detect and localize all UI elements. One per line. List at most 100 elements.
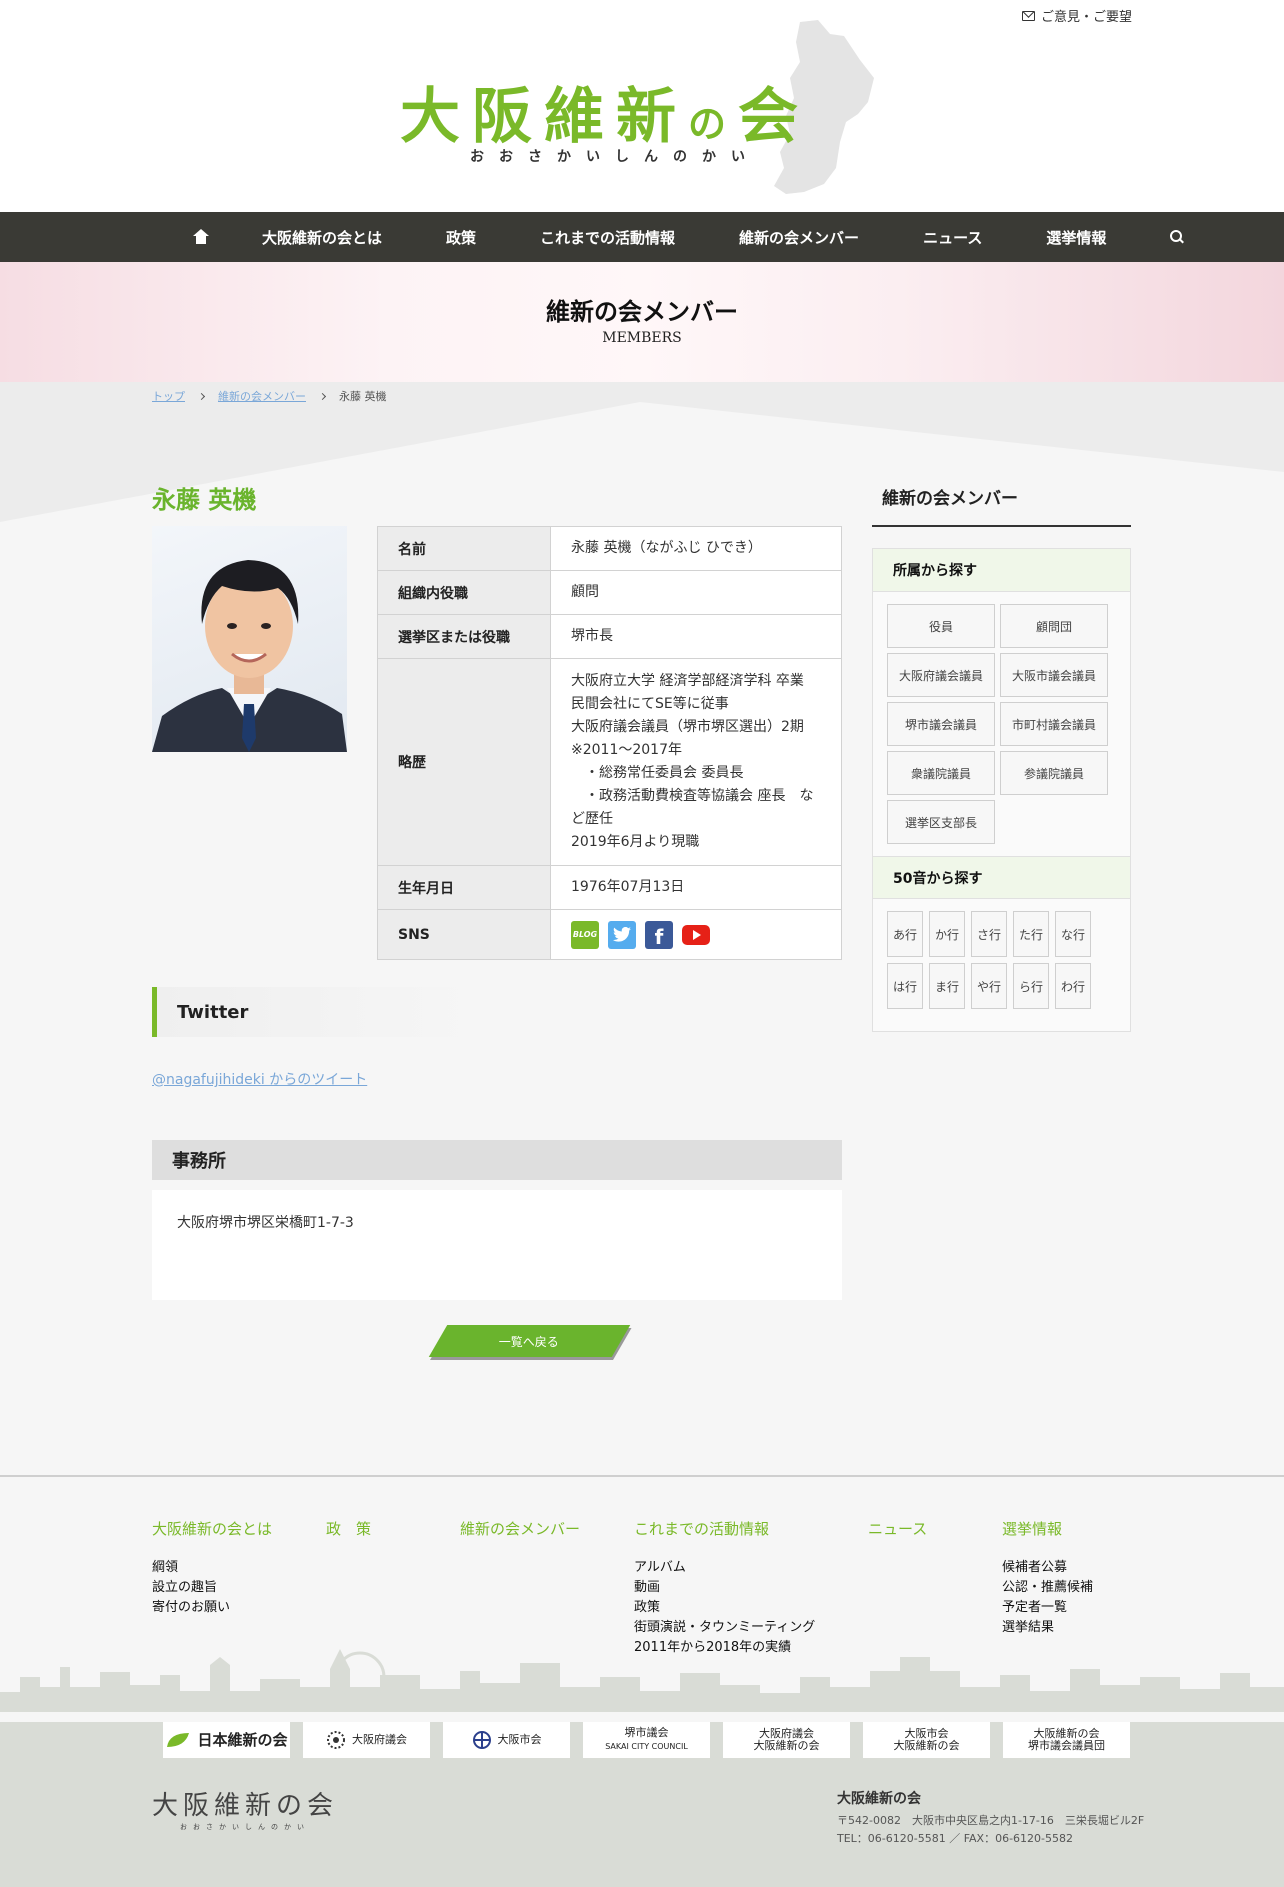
- footer-col-about: 大阪維新の会とは 綱領 設立の趣旨 寄付のお願い: [152, 1519, 272, 1618]
- logo-city-ishin-group[interactable]: 大阪市会 大阪維新の会: [863, 1722, 990, 1758]
- back-to-list-button[interactable]: 一覧へ戻る: [428, 1325, 631, 1357]
- footer-heading[interactable]: これまでの活動情報: [634, 1519, 834, 1540]
- kana-button[interactable]: は行: [887, 963, 923, 1009]
- site-logo[interactable]: 大阪維新の会 おおさかいしんのかい: [400, 18, 890, 196]
- footer-heading[interactable]: 選挙情報: [1002, 1519, 1132, 1540]
- logo-osaka-pref-assembly[interactable]: 大阪府議会: [303, 1722, 430, 1758]
- mail-icon: [1021, 10, 1035, 21]
- kana-button[interactable]: や行: [971, 963, 1007, 1009]
- row-value: 1976年07月13日: [550, 865, 842, 910]
- twitter-icon[interactable]: [608, 920, 636, 949]
- footer-address: 〒542-0082 大阪市中央区島之内1-17-16 三栄長堀ビル2F: [837, 1814, 1145, 1827]
- sns-links: BLOG f: [550, 909, 842, 960]
- table-row: SNS BLOG f: [377, 909, 842, 960]
- nav-about[interactable]: 大阪維新の会とは: [230, 212, 414, 262]
- office-heading: 事務所: [152, 1140, 842, 1180]
- nav-search[interactable]: [1138, 212, 1216, 262]
- breadcrumb-top[interactable]: トップ: [152, 388, 185, 404]
- table-row: 生年月日 1976年07月13日: [377, 865, 842, 910]
- row-label: 略歴: [377, 658, 551, 866]
- nav-home[interactable]: [172, 212, 230, 262]
- affiliation-button[interactable]: 衆議院議員: [887, 751, 995, 795]
- feedback-label: ご意見・ご要望: [1040, 10, 1132, 25]
- osaka-skyline-illustration: [0, 1649, 1284, 1712]
- footer-heading[interactable]: 大阪維新の会とは: [152, 1519, 272, 1540]
- footer-link[interactable]: 政策: [634, 1598, 834, 1618]
- nav-activities[interactable]: これまでの活動情報: [508, 212, 707, 262]
- row-value: 永藤 英機（ながふじ ひでき）: [550, 526, 842, 571]
- logo-sakai-city-council[interactable]: 堺市議会 SAKAI CITY COUNCIL: [583, 1722, 710, 1758]
- footer-link[interactable]: 候補者公募: [1002, 1558, 1132, 1578]
- affiliation-button[interactable]: 市町村議会議員: [1000, 702, 1108, 746]
- row-label: 組織内役職: [377, 570, 551, 615]
- home-icon: [192, 229, 210, 245]
- footer-link[interactable]: アルバム: [634, 1558, 834, 1578]
- footer-link[interactable]: 選挙結果: [1002, 1618, 1132, 1638]
- table-row: 組織内役職 顧問: [377, 570, 842, 615]
- blog-icon[interactable]: BLOG: [571, 920, 599, 949]
- logo-nippon-ishin[interactable]: 日本維新の会: [163, 1722, 290, 1758]
- footer-link[interactable]: 予定者一覧: [1002, 1598, 1132, 1618]
- kana-button[interactable]: あ行: [887, 911, 923, 957]
- kana-button[interactable]: さ行: [971, 911, 1007, 957]
- kana-button[interactable]: た行: [1013, 911, 1049, 957]
- logo-pref-ishin-group[interactable]: 大阪府議会 大阪維新の会: [723, 1722, 850, 1758]
- footer-col-news: ニュース: [868, 1519, 968, 1558]
- logo-osaka-city-council[interactable]: 大阪市会: [443, 1722, 570, 1758]
- partner-logos: 日本維新の会 大阪府議会 大阪市会 堺市議会 SAKAI CITY COUNCI…: [163, 1722, 1130, 1758]
- twitter-timeline-link[interactable]: @nagafujihideki からのツイート: [152, 1069, 367, 1089]
- affiliation-button[interactable]: 参議院議員: [1000, 751, 1108, 795]
- page-subtitle: MEMBERS: [602, 330, 682, 346]
- office-address: 大阪府堺市堺区栄橋町1-7-3: [152, 1190, 842, 1300]
- affiliation-button[interactable]: 選挙区支部長: [887, 800, 995, 844]
- nav-members[interactable]: 維新の会メンバー: [707, 212, 891, 262]
- footer-heading[interactable]: 維新の会メンバー: [460, 1519, 580, 1540]
- nav-elections[interactable]: 選挙情報: [1014, 212, 1138, 262]
- kana-button[interactable]: ら行: [1013, 963, 1049, 1009]
- kana-heading: 50音から探す: [873, 856, 1130, 899]
- footer-heading[interactable]: ニュース: [868, 1519, 968, 1540]
- row-value: 顧問: [550, 570, 842, 615]
- footer-col-members: 維新の会メンバー: [460, 1519, 580, 1558]
- kana-button[interactable]: ま行: [929, 963, 965, 1009]
- page-title: 維新の会メンバー: [546, 298, 738, 326]
- kana-button[interactable]: な行: [1055, 911, 1091, 957]
- footer-link[interactable]: 綱領: [152, 1558, 272, 1578]
- career-line: 大阪府立大学 経済学部経済学科 卒業: [571, 673, 804, 689]
- affiliation-button[interactable]: 堺市議会議員: [887, 702, 995, 746]
- footer-logo[interactable]: 大阪維新の会: [152, 1785, 338, 1822]
- emblem-icon: [327, 1731, 345, 1749]
- breadcrumb-members[interactable]: 維新の会メンバー: [218, 388, 306, 404]
- footer-link[interactable]: 街頭演説・タウンミーティング: [634, 1618, 834, 1638]
- footer-link[interactable]: 公認・推薦候補: [1002, 1578, 1132, 1598]
- row-label: 選挙区または役職: [377, 614, 551, 659]
- table-row: 名前 永藤 英機（ながふじ ひでき）: [377, 526, 842, 571]
- youtube-icon[interactable]: [682, 921, 710, 949]
- footer-link[interactable]: 動画: [634, 1578, 834, 1598]
- footer-link[interactable]: 設立の趣旨: [152, 1578, 272, 1598]
- kana-button[interactable]: わ行: [1055, 963, 1091, 1009]
- logo-kana: おおさかいしんのかい: [470, 149, 760, 165]
- footer-heading[interactable]: 政 策: [326, 1519, 406, 1540]
- twitter-heading: Twitter: [152, 987, 482, 1037]
- table-row: 選挙区または役職 堺市長: [377, 614, 842, 659]
- page-banner: 維新の会メンバー MEMBERS: [0, 262, 1284, 382]
- nav-news[interactable]: ニュース: [891, 212, 1014, 262]
- row-label: 名前: [377, 526, 551, 571]
- nav-policy[interactable]: 政策: [414, 212, 508, 262]
- kana-button[interactable]: か行: [929, 911, 965, 957]
- breadcrumb: トップ 維新の会メンバー 永藤 英機: [152, 388, 387, 404]
- affiliation-button[interactable]: 役員: [887, 604, 995, 648]
- member-photo: [152, 526, 347, 752]
- logo-sakai-ishin-group[interactable]: 大阪維新の会 堺市議会議員団: [1003, 1722, 1130, 1758]
- facebook-icon[interactable]: f: [645, 920, 673, 949]
- footer-link[interactable]: 寄付のお願い: [152, 1598, 272, 1618]
- affiliation-grid: 役員 顧問団 大阪府議会議員 大阪市議会議員 堺市議会議員 市町村議会議員 衆議…: [873, 592, 1130, 856]
- footer-address-block: 大阪維新の会 〒542-0082 大阪市中央区島之内1-17-16 三栄長堀ビル…: [837, 1790, 1144, 1848]
- logo-title: 大阪維新の会: [400, 82, 811, 152]
- member-info-table: 名前 永藤 英機（ながふじ ひでき） 組織内役職 顧問 選挙区または役職 堺市長…: [377, 526, 842, 960]
- feedback-link[interactable]: ご意見・ご要望: [1021, 6, 1132, 25]
- affiliation-button[interactable]: 顧問団: [1000, 604, 1108, 648]
- affiliation-button[interactable]: 大阪市議会議員: [1000, 653, 1108, 697]
- affiliation-button[interactable]: 大阪府議会議員: [887, 653, 995, 697]
